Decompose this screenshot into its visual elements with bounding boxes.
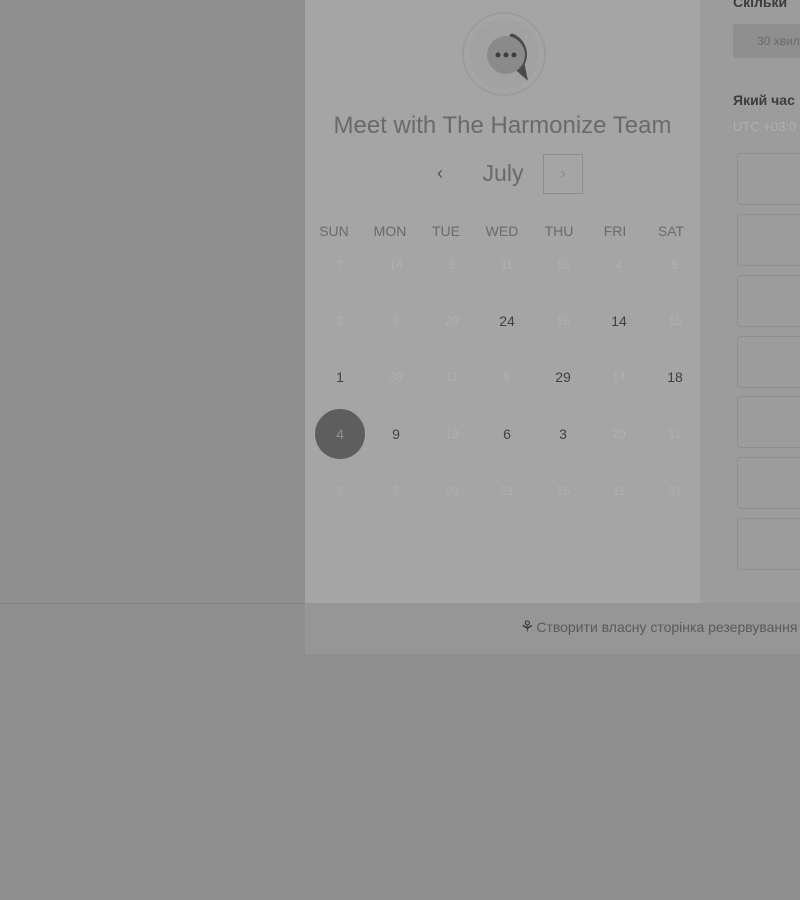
sprocket-icon: ⚘ — [520, 619, 535, 636]
calendar-day: 14 — [612, 370, 626, 384]
selected-day[interactable]: 4 — [315, 409, 365, 459]
calendar-day[interactable]: 3 — [538, 409, 588, 459]
calendar-day: 20 — [612, 427, 626, 441]
calendar-day[interactable]: 9 — [371, 409, 421, 459]
month-navigation: ‹ July › — [305, 152, 700, 196]
meeting-title: Meet with The Harmonize Team — [333, 112, 672, 139]
chevron-left-icon[interactable]: ‹ — [428, 162, 452, 186]
calendar-day: 11 — [500, 258, 514, 272]
timezone-label[interactable]: UTC +03:0 — [733, 119, 796, 134]
calendar-day[interactable]: 18 — [650, 352, 700, 402]
weekday-label: FRI — [603, 223, 627, 239]
time-slot[interactable] — [737, 518, 800, 570]
chevron-right-icon[interactable]: › — [543, 154, 583, 194]
create-booking-page-link[interactable]: ⚘ Створити власну сторінка резервування — [520, 617, 797, 637]
month-label: July — [482, 160, 524, 186]
calendar-day: 9 — [392, 314, 400, 328]
time-slot[interactable] — [737, 275, 800, 327]
calendar-day: 31 — [668, 484, 682, 498]
divider — [0, 603, 305, 604]
weekday-label: SAT — [657, 223, 685, 239]
duration-heading: Скільки — [733, 0, 788, 10]
calendar-day[interactable]: 24 — [482, 296, 532, 346]
calendar-day: 19 — [445, 427, 459, 441]
time-slot[interactable] — [737, 457, 800, 509]
weekday-label: MON — [373, 223, 407, 239]
calendar-day: 30 — [389, 370, 403, 384]
calendar-day: 7 — [336, 258, 344, 272]
weekday-label: TUE — [432, 223, 460, 239]
footer-content: ⚘ Створити власну сторінка резервування — [305, 603, 800, 654]
time-slot[interactable] — [737, 214, 800, 266]
calendar-day: 14 — [389, 258, 403, 272]
calendar-day[interactable]: 29 — [538, 352, 588, 402]
calendar-day: 20 — [445, 314, 459, 328]
calendar-day: 20 — [445, 484, 459, 498]
calendar-day: 7 — [336, 484, 344, 498]
calendar-day: 16 — [556, 314, 570, 328]
calendar-day[interactable]: 6 — [482, 409, 532, 459]
time-slot[interactable] — [737, 336, 800, 388]
page: Meet with The Harmonize Team ‹ July › SU… — [0, 0, 800, 900]
calendar-day: 3 — [336, 314, 344, 328]
calendar-day: 11 — [445, 370, 459, 384]
calendar-day[interactable]: 1 — [315, 352, 365, 402]
calendar-day: 2 — [392, 484, 400, 498]
calendar-day: 5 — [448, 258, 456, 272]
calendar-day: 15 — [668, 314, 682, 328]
weekday-label: THU — [544, 223, 574, 239]
calendar-day: 12 — [668, 427, 682, 441]
time-slot[interactable] — [737, 396, 800, 448]
calendar-day: 15 — [556, 484, 570, 498]
weekday-label: SUN — [319, 223, 349, 239]
calendar-day: 8 — [503, 370, 511, 384]
chat-bubble-icon — [462, 12, 546, 96]
calendar-day: 21 — [500, 484, 514, 498]
time-slot[interactable] — [737, 153, 800, 205]
calendar-day: 5 — [671, 258, 679, 272]
time-panel-content: Скільки 30 хвил Який час UTC +03:0 — [700, 0, 800, 603]
weekday-label: WED — [485, 223, 519, 239]
calendar-day: 18 — [556, 258, 570, 272]
calendar-day: 4 — [615, 258, 623, 272]
footer-link-text: Створити власну сторінка резервування — [536, 619, 798, 635]
calendar-day[interactable]: 14 — [594, 296, 644, 346]
duration-option[interactable]: 30 хвил — [733, 24, 800, 58]
calendar-day: 11 — [612, 484, 626, 498]
time-heading: Який час — [733, 92, 795, 108]
